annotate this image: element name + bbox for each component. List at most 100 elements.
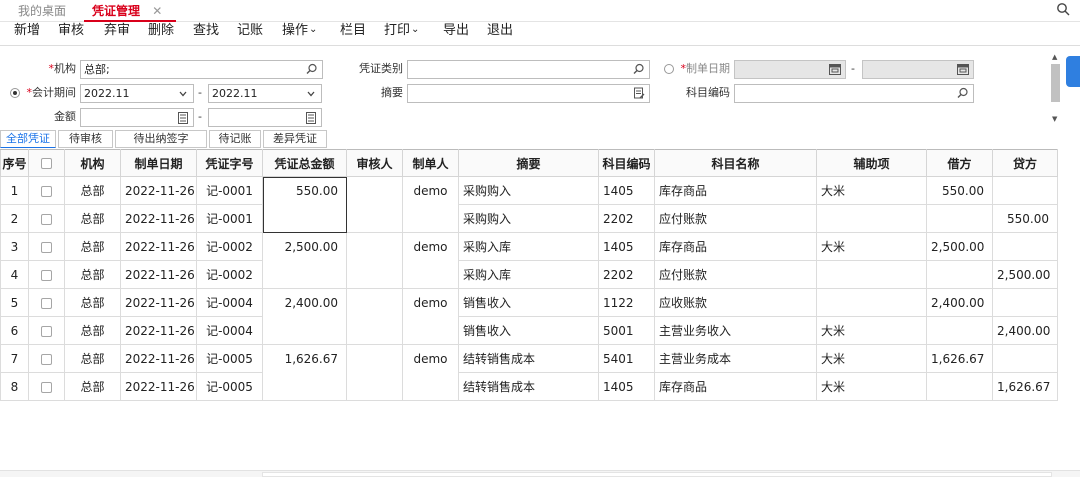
toolbar-button-9[interactable]: 导出 xyxy=(443,23,469,39)
scrollbar-thumb[interactable] xyxy=(262,472,1052,477)
lookup-search-icon[interactable] xyxy=(957,87,969,99)
grid-horizontal-scrollbar[interactable] xyxy=(0,470,1080,477)
voucher-no-cell[interactable]: 记-0002 xyxy=(196,232,263,261)
row-checkbox[interactable] xyxy=(41,297,52,309)
chevron-down-icon[interactable]: ⌄ xyxy=(411,22,419,38)
filter-tab-3[interactable]: 待记账 xyxy=(209,130,261,148)
voucher-total-cell[interactable]: 550.00 xyxy=(262,176,347,233)
voucher-total-cell[interactable]: 1,626.67 xyxy=(262,344,347,401)
voucher-no-cell[interactable]: 记-0001 xyxy=(196,204,263,233)
tab-voucher-management[interactable]: 凭证管理 ✕ xyxy=(84,3,176,22)
voucher-no-cell[interactable]: 记-0004 xyxy=(196,288,263,317)
toolbar-button-5[interactable]: 记账 xyxy=(237,23,263,39)
tab-my-desktop[interactable]: 我的桌面 xyxy=(18,3,66,22)
table-row[interactable]: 8 总部 2022-11-26 记-0005 结转销售成本 1405 库存商品 大米 1,626… xyxy=(0,372,1058,401)
summary-input[interactable] xyxy=(407,84,650,103)
filter-tab-0[interactable]: 全部凭证 xyxy=(0,130,56,148)
row-checkbox[interactable] xyxy=(41,213,52,225)
filter-tab-4[interactable]: 差异凭证 xyxy=(263,130,327,148)
date-radio[interactable] xyxy=(664,64,674,74)
table-row[interactable]: 5 总部 2022-11-26 记-0004 2,400.00 demo 销售收入 1122 应… xyxy=(0,288,1058,345)
row-checkbox[interactable] xyxy=(41,325,52,337)
notepad-icon[interactable] xyxy=(633,87,645,99)
column-header-1[interactable] xyxy=(28,149,65,177)
scroll-up-icon[interactable]: ▲ xyxy=(1052,53,1057,61)
toolbar-button-8[interactable]: 打印 xyxy=(384,23,410,39)
chevron-down-icon[interactable]: ⌄ xyxy=(309,22,317,38)
toolbar-button-6[interactable]: 操作 xyxy=(282,23,308,39)
scroll-down-icon[interactable]: ▼ xyxy=(1052,115,1057,123)
toolbar-button-1[interactable]: 审核 xyxy=(58,23,84,39)
voucher-no-cell[interactable]: 记-0001 xyxy=(196,176,263,205)
table-row[interactable]: 6 总部 2022-11-26 记-0004 销售收入 5001 主营业务收入 大米 2,400… xyxy=(0,316,1058,345)
voucher-no-cell[interactable]: 记-0004 xyxy=(196,316,263,345)
table-row[interactable]: 4 总部 2022-11-26 记-0002 采购入库 2202 应付账款 2,500.00 xyxy=(0,260,1058,289)
column-header-3: 制单日期 xyxy=(120,149,197,177)
table-row[interactable]: 1 总部 2022-11-26 记-0001 550.00 demo 采购购入 1405 库存商… xyxy=(0,176,1058,233)
column-header-0: 序号 xyxy=(0,149,29,177)
auxiliary-cell: 大米 xyxy=(816,232,927,261)
auxiliary-cell: 大米 xyxy=(816,176,927,205)
column-header-10: 科目名称 xyxy=(654,149,817,177)
column-header-4: 凭证字号 xyxy=(196,149,263,177)
date-cell: 2022-11-26 xyxy=(120,260,197,289)
lookup-search-icon[interactable] xyxy=(633,63,645,75)
table-row[interactable]: 3 总部 2022-11-26 记-0002 2,500.00 demo 采购入库 1405 库… xyxy=(0,232,1058,289)
voucher-total-cell[interactable]: 2,400.00 xyxy=(262,288,347,345)
calendar-icon[interactable] xyxy=(957,63,969,75)
voucher-no-cell[interactable]: 记-0002 xyxy=(196,260,263,289)
date-cell: 2022-11-26 xyxy=(120,232,197,261)
date-cell: 2022-11-26 xyxy=(120,204,197,233)
period-to-select[interactable]: 2022.11 xyxy=(208,84,322,103)
row-checkbox-cell[interactable] xyxy=(28,260,65,289)
row-checkbox-cell[interactable] xyxy=(28,232,65,261)
row-checkbox-cell[interactable] xyxy=(28,316,65,345)
maker-cell: demo xyxy=(402,232,459,289)
toolbar-button-3[interactable]: 删除 xyxy=(148,23,174,39)
org-input[interactable]: 总部; xyxy=(80,60,323,79)
account-code-cell: 2202 xyxy=(598,204,655,233)
row-checkbox-cell[interactable] xyxy=(28,288,65,317)
row-checkbox[interactable] xyxy=(41,353,52,365)
filter-tab-2[interactable]: 待出纳签字 xyxy=(115,130,207,148)
account-code-cell: 2202 xyxy=(598,260,655,289)
row-checkbox-cell[interactable] xyxy=(28,344,65,373)
side-panel-toggle-button[interactable] xyxy=(1066,56,1080,87)
row-checkbox[interactable] xyxy=(41,241,52,253)
voucher-no-cell[interactable]: 记-0005 xyxy=(196,372,263,401)
column-header-8: 摘要 xyxy=(458,149,599,177)
toolbar-button-4[interactable]: 查找 xyxy=(193,23,219,39)
scrollbar-thumb[interactable] xyxy=(1051,64,1060,102)
row-checkbox-cell[interactable] xyxy=(28,176,65,205)
grid-header-row: 序号 机构 制单日期 凭证字号 凭证总金额 审核人 制单人 摘要 科目编码 科目名称 辅助项 借方 贷方 xyxy=(0,149,1058,177)
table-row[interactable]: 2 总部 2022-11-26 记-0001 采购购入 2202 应付账款 550.00 xyxy=(0,204,1058,233)
calculator-icon[interactable] xyxy=(305,112,317,124)
row-checkbox[interactable] xyxy=(41,381,52,393)
voucher-no-cell[interactable]: 记-0005 xyxy=(196,344,263,373)
toolbar-button-2[interactable]: 弃审 xyxy=(104,23,130,39)
row-checkbox[interactable] xyxy=(41,185,52,197)
column-header-9: 科目编码 xyxy=(598,149,655,177)
account-code-input[interactable] xyxy=(734,84,974,103)
voucher-type-input[interactable] xyxy=(407,60,650,79)
table-row[interactable]: 7 总部 2022-11-26 记-0005 1,626.67 demo 结转销售成本 540… xyxy=(0,344,1058,401)
period-from-select[interactable]: 2022.11 xyxy=(80,84,194,103)
row-checkbox-cell[interactable] xyxy=(28,372,65,401)
form-vertical-scrollbar[interactable]: ▲ ▼ xyxy=(1050,52,1061,126)
row-checkbox-cell[interactable] xyxy=(28,204,65,233)
close-icon[interactable]: ✕ xyxy=(152,4,162,18)
auditor-cell xyxy=(346,232,403,289)
filter-tab-1[interactable]: 待审核 xyxy=(58,130,113,148)
search-icon[interactable] xyxy=(1056,2,1070,16)
select-all-checkbox[interactable] xyxy=(41,158,52,169)
period-radio[interactable] xyxy=(10,88,20,98)
toolbar-button-10[interactable]: 退出 xyxy=(487,23,513,39)
calendar-icon[interactable] xyxy=(829,63,841,75)
account-name-cell: 库存商品 xyxy=(654,232,817,261)
lookup-search-icon[interactable] xyxy=(306,63,318,75)
calculator-icon[interactable] xyxy=(177,112,189,124)
voucher-total-cell[interactable]: 2,500.00 xyxy=(262,232,347,289)
toolbar-button-0[interactable]: 新增 xyxy=(14,23,40,39)
toolbar-button-7[interactable]: 栏目 xyxy=(340,23,366,39)
row-checkbox[interactable] xyxy=(41,269,52,281)
